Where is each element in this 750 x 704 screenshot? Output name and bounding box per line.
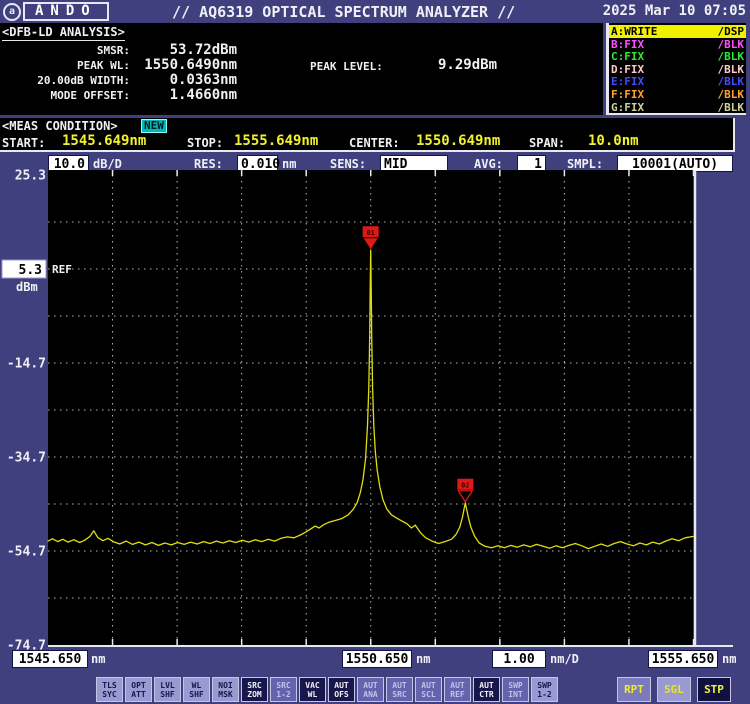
y-axis-label: -34.7 — [7, 451, 46, 466]
spectrum-plot: 25.35.3dBmREF-14.7-34.7-54.7-74.70102 — [0, 0, 750, 704]
softkey-tls-syc[interactable]: TLS SYC — [96, 677, 123, 702]
peak-marker-id: 01 — [366, 229, 374, 237]
x-start-unit: nm — [91, 652, 105, 666]
x-stop-unit: nm — [722, 652, 736, 666]
ref-line-label: REF — [52, 263, 72, 276]
softkey-wl-shf[interactable]: WL SHF — [183, 677, 210, 702]
softkey-sgl[interactable]: SGL — [657, 677, 691, 702]
softkey-noi-msk[interactable]: NOI MSK — [212, 677, 239, 702]
x-center-field[interactable]: 1550.650 — [342, 650, 412, 668]
softkey-aut-ana[interactable]: AUT ANA — [357, 677, 384, 702]
softkey-aut-src[interactable]: AUT SRC — [386, 677, 413, 702]
x-start-field[interactable]: 1545.650 — [12, 650, 88, 668]
y-axis-label: 25.3 — [15, 169, 46, 184]
softkey-aut-scl[interactable]: AUT SCL — [415, 677, 442, 702]
x-scale-field[interactable]: 1.00 — [492, 650, 546, 668]
softkey-stp[interactable]: STP — [697, 677, 731, 702]
y-axis-label: -14.7 — [7, 357, 46, 372]
softkey-swp-1-2[interactable]: SWP 1-2 — [531, 677, 558, 702]
y-axis-label: -54.7 — [7, 545, 46, 560]
softkey-swp-int[interactable]: SWP INT — [502, 677, 529, 702]
softkey-aut-ctr[interactable]: AUT CTR — [473, 677, 500, 702]
softkey-rpt[interactable]: RPT — [617, 677, 651, 702]
osa-screen: a ANDO // AQ6319 OPTICAL SPECTRUM ANALYZ… — [0, 0, 750, 704]
softkey-lvl-shf[interactable]: LVL SHF — [154, 677, 181, 702]
x-stop-field[interactable]: 1555.650 — [648, 650, 718, 668]
softkey-src-1-2[interactable]: SRC 1-2 — [270, 677, 297, 702]
x-center-unit: nm — [416, 652, 430, 666]
softkey-opt-att[interactable]: OPT ATT — [125, 677, 152, 702]
softkey-vac-wl[interactable]: VAC WL — [299, 677, 326, 702]
softkey-aut-ofs[interactable]: AUT OFS — [328, 677, 355, 702]
ref-level-unit: dBm — [16, 280, 38, 294]
softkey-src-zom[interactable]: SRC ZOM — [241, 677, 268, 702]
peak-marker-id: 02 — [461, 482, 469, 490]
softkey-aut-ref[interactable]: AUT REF — [444, 677, 471, 702]
ref-level-value: 5.3 — [19, 263, 42, 278]
x-scale-unit: nm/D — [550, 652, 579, 666]
